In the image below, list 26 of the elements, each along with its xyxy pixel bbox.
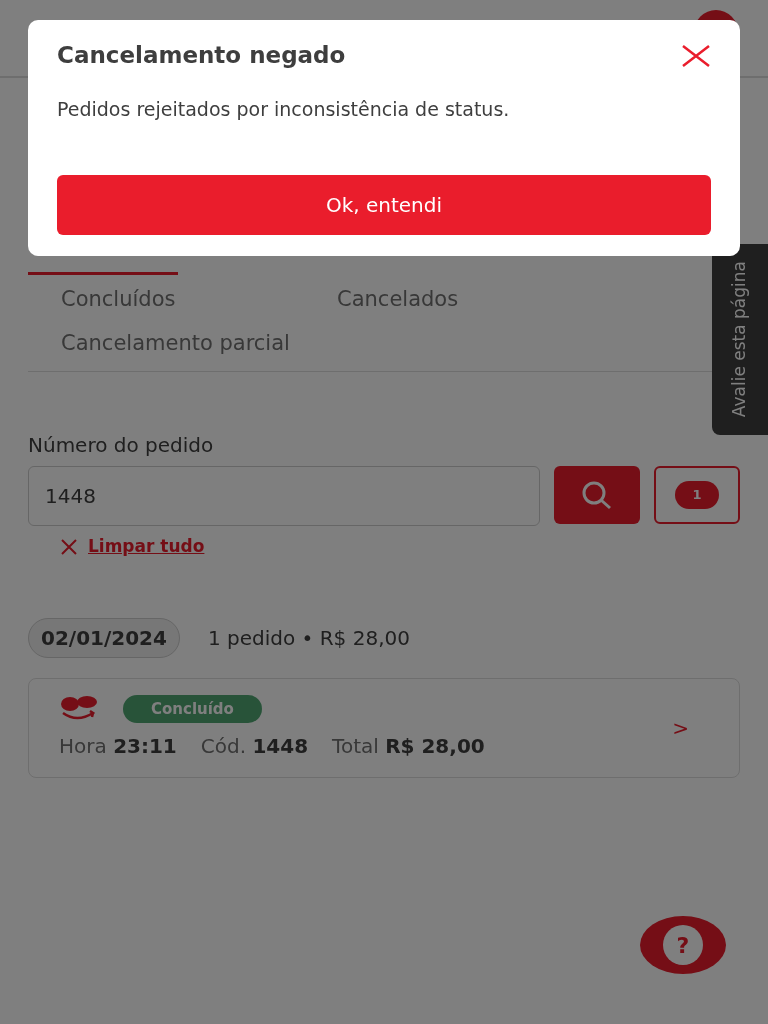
order-number-field[interactable]: 1448 bbox=[28, 466, 540, 526]
close-icon bbox=[681, 44, 711, 67]
search-button[interactable] bbox=[554, 466, 640, 524]
confirm-button[interactable]: Ok, entendi bbox=[57, 175, 711, 235]
close-button[interactable] bbox=[681, 43, 711, 68]
help-button[interactable]: ? bbox=[640, 916, 726, 974]
filter-button[interactable]: 1 bbox=[654, 466, 740, 524]
status-pill: Concluído bbox=[123, 694, 262, 723]
tab[interactable]: Cancelamento parcial bbox=[61, 325, 290, 361]
tab[interactable]: Cancelados bbox=[337, 281, 459, 317]
search-icon bbox=[580, 480, 614, 510]
dialog-title: Cancelamento negado bbox=[57, 41, 346, 70]
chevron-icon: > bbox=[672, 712, 689, 743]
order-code: Cód. 1448 bbox=[200, 733, 309, 760]
field-label: Número do pedido bbox=[28, 432, 215, 459]
tab[interactable]: Concluídos bbox=[61, 281, 176, 317]
order-card[interactable]: Concluído Hora 23:11 Cód. 1448 Total R$ 28,00 > bbox=[28, 677, 740, 778]
date-chip: 02/01/2024 bbox=[28, 617, 180, 658]
filter-count: 1 bbox=[675, 481, 719, 509]
order-time: Hora 23:11 bbox=[59, 733, 177, 760]
clear-all-link[interactable]: Limpar tudo bbox=[88, 534, 205, 560]
order-total: Total R$ 28,00 bbox=[332, 733, 485, 760]
feedback-tab[interactable]: Avalie esta página bbox=[712, 244, 768, 435]
group-summary: 1 pedido • R$ 28,00 bbox=[207, 624, 410, 652]
close-icon bbox=[60, 537, 78, 556]
dialog-message: Pedidos rejeitados por inconsistência de status. bbox=[57, 96, 511, 122]
